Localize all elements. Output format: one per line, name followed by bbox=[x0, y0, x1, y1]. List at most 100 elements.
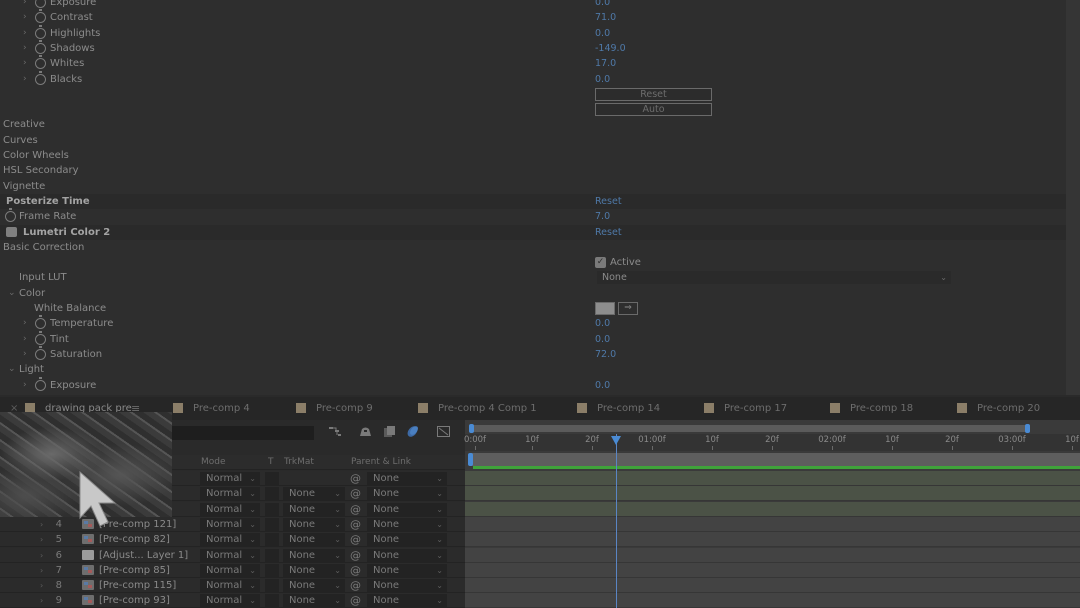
pickwhip-icon[interactable]: @ bbox=[350, 578, 361, 593]
twirl-chevron-icon[interactable]: › bbox=[40, 517, 43, 532]
layer-track-bar[interactable] bbox=[465, 578, 1080, 594]
twirl-chevron-icon[interactable]: › bbox=[40, 593, 43, 608]
twirl-chevron-icon[interactable]: › bbox=[40, 548, 43, 563]
twirl-chevron-icon[interactable]: › bbox=[23, 378, 27, 393]
parent-dropdown[interactable]: None ⌄ bbox=[367, 594, 447, 608]
layer-name[interactable]: [Pre-comp 93] bbox=[99, 593, 170, 608]
twirl-chevron-icon[interactable]: › bbox=[40, 578, 43, 593]
stopwatch-icon[interactable] bbox=[35, 330, 46, 345]
eyedropper-icon[interactable]: ⇒ bbox=[618, 302, 638, 315]
pickwhip-icon[interactable]: @ bbox=[350, 532, 361, 547]
lumetri-color-2-effect-row[interactable]: Lumetri Color 2 Reset bbox=[0, 224, 1066, 240]
twirl-chevron-icon[interactable]: › bbox=[23, 56, 27, 71]
param-value[interactable]: -149.0 bbox=[595, 41, 626, 56]
layer-track-bar[interactable] bbox=[465, 547, 1080, 563]
section-label[interactable]: Color Wheels bbox=[3, 148, 69, 163]
layer-name[interactable]: [Pre-comp 85] bbox=[99, 563, 170, 578]
effect-controls-scrollbar[interactable] bbox=[1066, 0, 1080, 395]
track-column-header[interactable]: T bbox=[268, 455, 274, 470]
motion-blur-icon[interactable] bbox=[405, 425, 420, 438]
preserve-transparency-toggle[interactable] bbox=[265, 472, 279, 485]
param-value[interactable]: 72.0 bbox=[595, 347, 616, 362]
track-matte-dropdown[interactable]: None ⌄ bbox=[283, 548, 345, 562]
pickwhip-icon[interactable]: @ bbox=[350, 563, 361, 578]
trkmat-column-header[interactable]: TrkMat bbox=[284, 455, 314, 470]
layer-track-bar[interactable] bbox=[465, 486, 1080, 502]
pickwhip-icon[interactable]: @ bbox=[350, 471, 361, 486]
layer-row[interactable]: › 8 [Pre-comp 115] Normal ⌄ None ⌄ @ None ⌄ bbox=[0, 578, 465, 594]
layer-row[interactable]: › 5 [Pre-comp 82] Normal ⌄ None ⌄ @ None ⌄ bbox=[0, 532, 465, 548]
param-value[interactable]: 0.0 bbox=[595, 0, 610, 10]
parent-dropdown[interactable]: None ⌄ bbox=[367, 487, 447, 501]
layer-search-input[interactable] bbox=[170, 426, 314, 440]
time-ruler[interactable]: 0:00f 10f 20f 01:00f 10f 20f 02:00f 10f 20f 03:00… bbox=[464, 434, 1080, 451]
twirl-chevron-icon[interactable]: › bbox=[23, 72, 27, 87]
mode-column-header[interactable]: Mode bbox=[201, 455, 226, 470]
playhead-line[interactable] bbox=[616, 434, 617, 608]
layer-track-bar[interactable] bbox=[465, 532, 1080, 548]
twirl-chevron-icon[interactable]: › bbox=[40, 563, 43, 578]
comp-tab-label[interactable]: Pre-comp 9 bbox=[316, 397, 373, 420]
comp-tab-label[interactable]: Pre-comp 4 Comp 1 bbox=[438, 397, 537, 420]
track-matte-dropdown[interactable]: None ⌄ bbox=[283, 579, 345, 593]
stopwatch-icon[interactable] bbox=[35, 376, 46, 391]
time-navigator-end-handle[interactable] bbox=[1025, 424, 1030, 433]
work-area-bar[interactable] bbox=[470, 453, 1080, 466]
parent-dropdown[interactable]: None ⌄ bbox=[367, 472, 447, 485]
layer-name[interactable]: [Pre-comp 82] bbox=[99, 532, 170, 547]
pickwhip-icon[interactable]: @ bbox=[350, 486, 361, 501]
blend-mode-dropdown[interactable]: Normal ⌄ bbox=[200, 502, 260, 516]
twirl-open-icon[interactable]: ⌄ bbox=[8, 362, 16, 377]
param-value[interactable]: 0.0 bbox=[595, 378, 610, 393]
preserve-transparency-toggle[interactable] bbox=[265, 579, 279, 593]
effect-name[interactable]: Posterize Time bbox=[6, 194, 90, 209]
effect-reset-link[interactable]: Reset bbox=[595, 194, 622, 209]
playhead-handle[interactable] bbox=[611, 436, 621, 445]
stopwatch-icon[interactable] bbox=[35, 9, 46, 24]
parent-dropdown[interactable]: None ⌄ bbox=[367, 548, 447, 562]
parent-dropdown[interactable]: None ⌄ bbox=[367, 502, 447, 516]
frame-blending-icon[interactable] bbox=[382, 425, 397, 438]
draft-3d-icon[interactable] bbox=[358, 425, 373, 438]
preserve-transparency-toggle[interactable] bbox=[265, 563, 279, 577]
track-matte-dropdown[interactable]: None ⌄ bbox=[283, 563, 345, 577]
blend-mode-dropdown[interactable]: Normal ⌄ bbox=[200, 563, 260, 577]
section-row[interactable]: Color Wheels bbox=[0, 148, 1066, 163]
twirl-chevron-icon[interactable]: › bbox=[23, 347, 27, 362]
time-navigator-bar[interactable] bbox=[470, 425, 1030, 432]
blend-mode-dropdown[interactable]: Normal ⌄ bbox=[200, 548, 260, 562]
stopwatch-icon[interactable] bbox=[35, 55, 46, 70]
work-area-start-handle[interactable] bbox=[468, 453, 473, 466]
parent-dropdown[interactable]: None ⌄ bbox=[367, 533, 447, 547]
layer-track-bar[interactable] bbox=[465, 516, 1080, 532]
blend-mode-dropdown[interactable]: Normal ⌄ bbox=[200, 533, 260, 547]
layer-track-bar[interactable] bbox=[465, 501, 1080, 517]
preserve-transparency-toggle[interactable] bbox=[265, 594, 279, 608]
track-matte-dropdown[interactable]: None ⌄ bbox=[283, 517, 345, 531]
stopwatch-icon[interactable] bbox=[35, 315, 46, 330]
pickwhip-icon[interactable]: @ bbox=[350, 548, 361, 563]
track-matte-dropdown[interactable]: None ⌄ bbox=[283, 487, 345, 501]
twirl-chevron-icon[interactable]: › bbox=[23, 10, 27, 25]
preserve-transparency-toggle[interactable] bbox=[265, 502, 279, 516]
layer-row[interactable]: › 4 [Pre-comp 121] Normal ⌄ None ⌄ @ None ⌄ bbox=[0, 516, 465, 532]
light-section-row[interactable]: ⌄ Light bbox=[0, 362, 1066, 377]
comp-tab-label[interactable]: Pre-comp 14 bbox=[597, 397, 660, 420]
param-value[interactable]: 71.0 bbox=[595, 10, 616, 25]
param-value[interactable]: 0.0 bbox=[595, 72, 610, 87]
section-row[interactable]: Vignette bbox=[0, 179, 1066, 194]
blend-mode-dropdown[interactable]: Normal ⌄ bbox=[200, 472, 260, 485]
twirl-open-icon[interactable]: ⌄ bbox=[8, 286, 16, 301]
param-value[interactable]: 0.0 bbox=[595, 316, 610, 331]
active-checkbox[interactable]: ✓ bbox=[595, 257, 606, 269]
stopwatch-icon[interactable] bbox=[35, 24, 46, 39]
twirl-chevron-icon[interactable]: › bbox=[23, 41, 27, 56]
blend-mode-dropdown[interactable]: Normal ⌄ bbox=[200, 579, 260, 593]
preserve-transparency-toggle[interactable] bbox=[265, 487, 279, 501]
section-row[interactable]: HSL Secondary bbox=[0, 163, 1066, 178]
stopwatch-icon[interactable] bbox=[35, 70, 46, 85]
section-row[interactable]: Creative bbox=[0, 117, 1066, 132]
section-label[interactable]: Vignette bbox=[3, 179, 45, 194]
layer-row[interactable]: › 7 [Pre-comp 85] Normal ⌄ None ⌄ @ None ⌄ bbox=[0, 562, 465, 578]
section-label[interactable]: Light bbox=[19, 362, 44, 377]
